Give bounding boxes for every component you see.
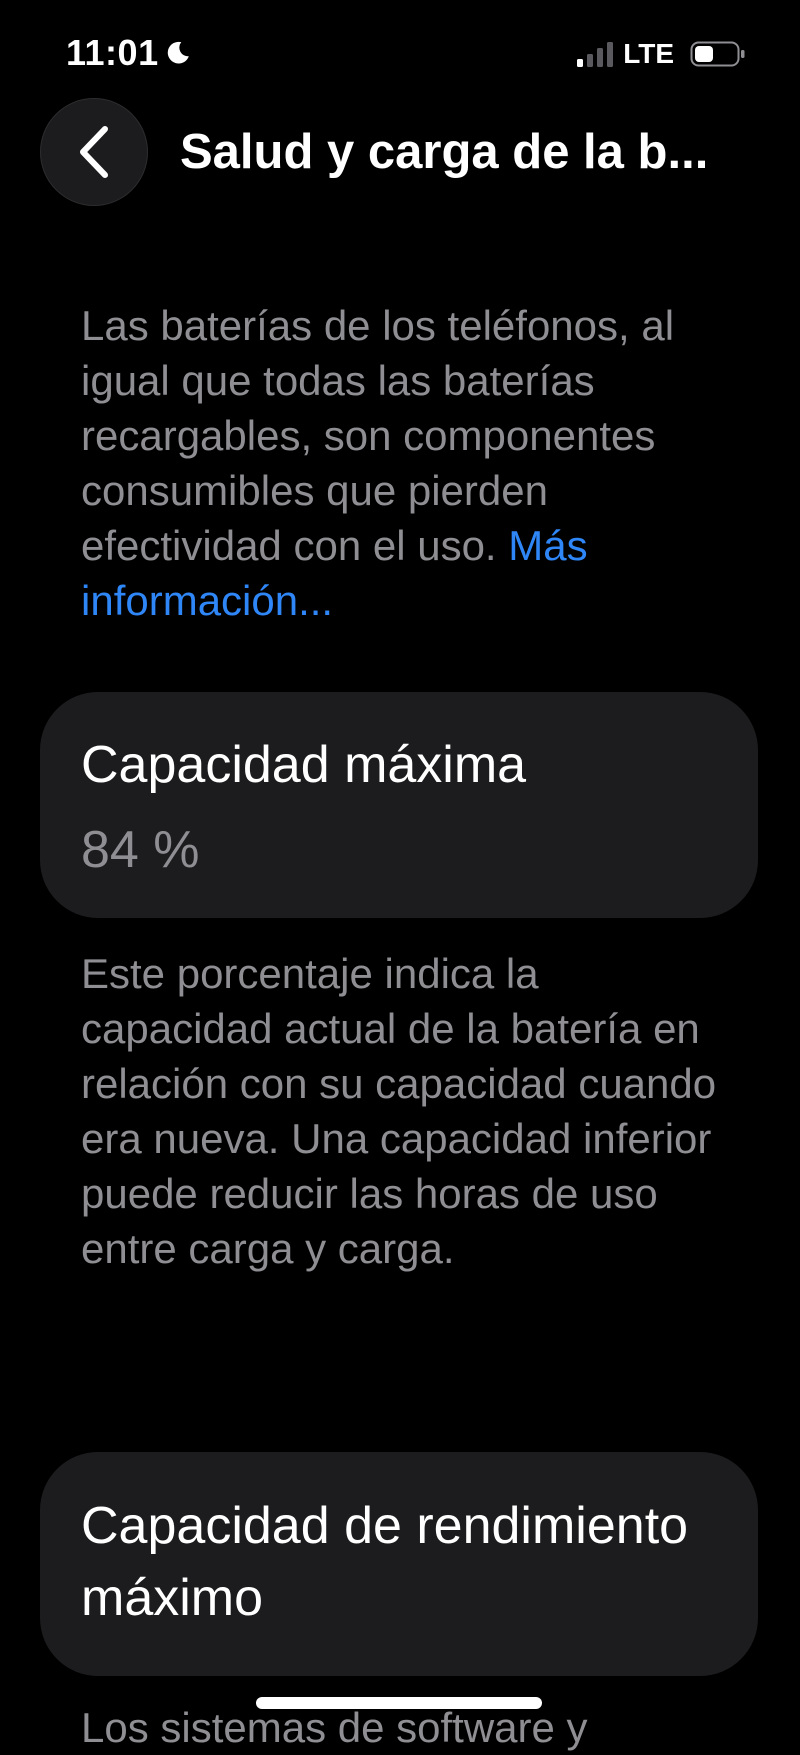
moon-icon [167, 41, 189, 64]
status-time: 11:01 [66, 32, 191, 74]
intro-text: Las baterías de los teléfonos, al igual … [81, 298, 741, 628]
network-label: LTE [623, 38, 674, 69]
status-indicators: LTE [577, 38, 746, 70]
back-button[interactable] [40, 98, 148, 206]
max-capacity-value: 84 % [81, 821, 200, 879]
battery-icon [690, 41, 745, 67]
chevron-left-icon [80, 126, 108, 178]
max-capacity-description: Este porcentaje indica la capacidad actu… [81, 950, 717, 1272]
signal-icon [577, 42, 614, 67]
status-bar: 11:01 LTE [0, 0, 800, 100]
page-title: Salud y carga de la b... [180, 125, 709, 179]
status-time-text: 11:01 [66, 32, 159, 73]
max-capacity-title: Capacidad máxima [81, 736, 527, 794]
peak-performance-title: Capacidad de rendimiento máximo [81, 1497, 689, 1627]
home-indicator [256, 1697, 542, 1709]
